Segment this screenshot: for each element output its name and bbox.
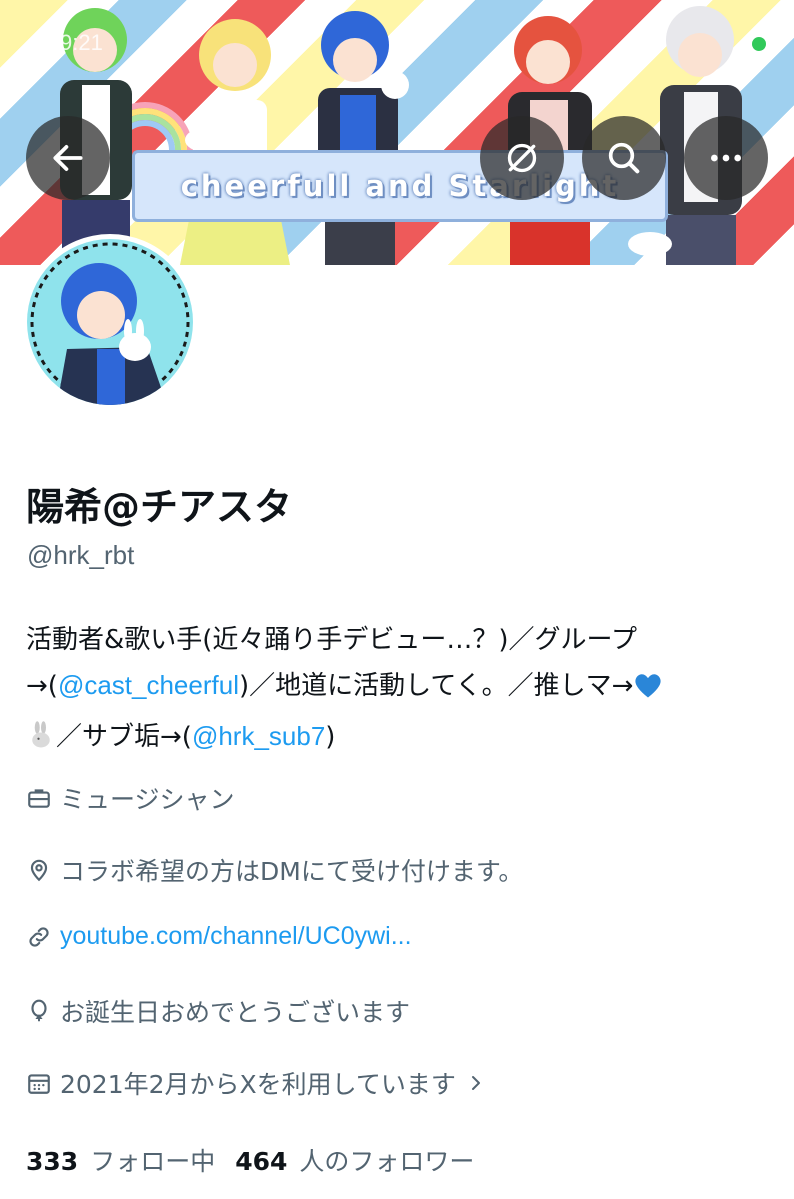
website-link[interactable]: youtube.com/channel/UC0ywi... [26,922,412,951]
mention-link[interactable]: @cast_cheerful [58,670,239,700]
more-horizontal-icon [711,154,741,162]
calendar-icon [28,1074,50,1094]
banner-illustration [60,6,742,265]
search-icon [608,142,640,174]
rabbit-icon [26,720,56,765]
birthday-text: お誕生日おめでとうございます [60,998,411,1027]
profession-row: ミュージシャン [26,780,235,816]
user-handle: @hrk_rbt [27,540,135,570]
search-button[interactable] [582,116,666,200]
bio-text: ) [325,722,336,752]
joined-date-text: 2021年2月からXを利用しています [60,1070,456,1099]
display-name: 陽希@チアスタ [26,485,293,529]
status-bar-time: 9:21 [60,30,103,55]
avatar-illustration [30,242,190,405]
arrow-left-icon [53,145,83,171]
profile-bio: 活動者&歌い手(近々踊り手デビュー…？)／グループ→(@cast_cheerfu… [26,618,771,765]
birthday-row: お誕生日おめでとうございます [26,993,410,1029]
follow-stats: 333 フォロー中 464 人のフォロワー [26,1142,494,1178]
bio-text: ／サブ垢→( [56,722,192,752]
character-blue [318,11,409,265]
website-link-text[interactable]: youtube.com/channel/UC0ywi... [60,922,412,951]
profile-banner[interactable]: cheerfull and Starlight 9:21 [0,0,794,265]
location-row: コラボ希望の方はDMにて受け付けます。 [26,852,523,888]
avatar-image [27,239,193,405]
more-options-button[interactable] [684,116,768,200]
blue-heart-icon [633,669,663,714]
translate-button[interactable] [480,116,564,200]
back-button[interactable] [26,116,110,200]
status-indicator-dot [752,37,766,51]
translate-off-icon [507,143,537,173]
briefcase-icon [28,789,50,808]
profile-avatar[interactable] [22,234,198,410]
mention-link[interactable]: @hrk_sub7 [192,721,325,751]
following-count[interactable]: 333 [26,1147,78,1176]
chevron-right-icon [471,1076,480,1090]
balloon-icon [31,999,47,1022]
profile-page: cheerfull and Starlight 9:21 陽希@チアスタ @hr… [0,0,794,1199]
bio-text: )／地道に活動してく。／推しマ→ [238,671,634,701]
link-icon [29,926,49,947]
followers-count[interactable]: 464 [235,1147,287,1176]
followers-label[interactable]: 人のフォロワー [299,1142,474,1178]
following-label[interactable]: フォロー中 [90,1142,215,1178]
location-text: コラボ希望の方はDMにて受け付けます。 [60,857,524,886]
location-pin-icon [30,859,48,882]
profession-text: ミュージシャン [60,785,235,814]
joined-date-row[interactable]: 2021年2月からXを利用しています [26,1065,488,1101]
